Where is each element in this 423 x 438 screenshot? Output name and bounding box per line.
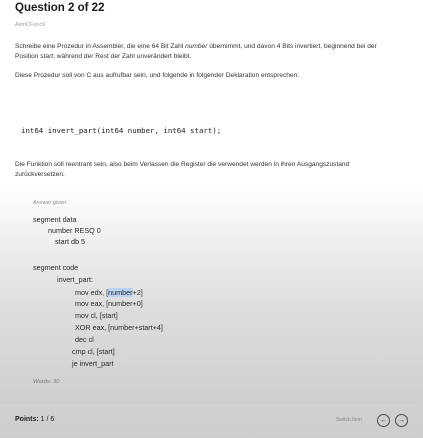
prev-item-button[interactable]: ← (377, 414, 390, 427)
question-prompt: Schreibe eine Prozedur in Assembler, die… (15, 42, 395, 89)
points-display: Points: 1 / 6 (15, 416, 55, 423)
switch-item-label: Switch Item (336, 417, 362, 423)
declaration-code: int64 invert_part(int64 number, int64 st… (21, 126, 222, 135)
answer-line: XOR eax, [number+start+4] (75, 323, 163, 332)
question-code: AsmCFunc6 (15, 22, 46, 28)
answer-line: mov eax, [number+0] (75, 299, 143, 308)
answer-line: dec cl (75, 335, 94, 344)
answer-line: number RESQ 0 (48, 226, 101, 235)
answer-area: Answer given segment data number RESQ 0 … (0, 188, 423, 404)
next-item-button[interactable]: → (395, 414, 408, 427)
footer-bar: Points: 1 / 6 Switch Item ← → (0, 404, 423, 438)
answer-line-selected[interactable]: mov edx, [number+2] (75, 288, 143, 297)
answer-line: segment code (33, 263, 79, 272)
question-title: Question 2 of 22 (15, 2, 105, 14)
answer-line: segment data (33, 215, 77, 224)
param-number: number (185, 43, 208, 50)
arrow-left-icon: ← (380, 417, 387, 424)
answer-line: mov cl, [start] (75, 311, 118, 320)
word-count: Words: 30 (33, 379, 60, 385)
prompt-paragraph-3: Die Funktion soll reentrant sein, also b… (15, 161, 350, 178)
answer-line: cmp cl, [start] (72, 347, 115, 356)
answer-label: Answer given (33, 200, 67, 206)
param-start: start (40, 52, 54, 60)
text-selection: number (108, 288, 133, 297)
prompt-paragraph-1: Schreibe eine Prozedur in Assembler, die… (15, 43, 377, 60)
answer-line: je invert_part (72, 359, 114, 368)
arrow-right-icon: → (398, 417, 405, 424)
question-header: Question 2 of 22 AsmCFunc6 (0, 0, 423, 46)
answer-line: invert_part: (57, 275, 93, 284)
prompt-paragraph-2: Diese Prozedur soll von C aus aufrufbar … (15, 72, 300, 79)
answer-line: start db 5 (55, 237, 85, 246)
